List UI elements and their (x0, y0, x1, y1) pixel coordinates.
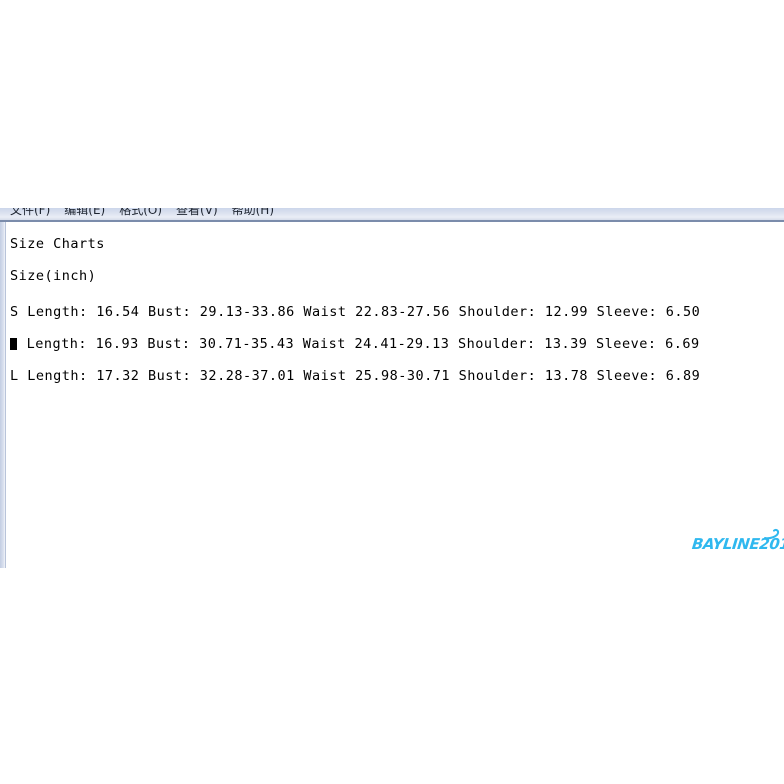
screenshot-canvas: 文件(F) 编辑(E) 格式(O) 查看(V) 帮助(H) Size Chart… (0, 0, 784, 784)
top-whitespace (0, 0, 784, 208)
missing-glyph-box (10, 338, 17, 350)
size-row-s: S Length: 16.54 Bust: 29.13-33.86 Waist … (10, 304, 701, 320)
size-row-m-text: Length: 16.93 Bust: 30.71-35.43 Waist 24… (18, 336, 700, 352)
menu-item-view[interactable]: 查看(V) (176, 208, 218, 219)
menu-item-format[interactable]: 格式(O) (119, 208, 162, 219)
menu-item-edit[interactable]: 编辑(E) (64, 208, 105, 219)
size-row-m: Length: 16.93 Bust: 30.71-35.43 Waist 24… (10, 336, 700, 352)
menu-item-help[interactable]: 帮助(H) (232, 208, 274, 219)
watermark-text: BAYLINE2019 (691, 535, 784, 553)
menu-item-file[interactable]: 文件(F) (10, 208, 50, 219)
watermark: BAYLINE2019 (691, 528, 784, 556)
notepad-window: 文件(F) 编辑(E) 格式(O) 查看(V) 帮助(H) Size Chart… (0, 208, 784, 568)
menu-bar: 文件(F) 编辑(E) 格式(O) 查看(V) 帮助(H) (0, 208, 784, 222)
document-title-line: Size Charts (10, 236, 105, 252)
bottom-whitespace (0, 568, 784, 784)
document-subtitle-line: Size(inch) (10, 268, 97, 284)
menu-bar-items: 文件(F) 编辑(E) 格式(O) 查看(V) 帮助(H) (10, 208, 274, 219)
text-editor-area[interactable]: Size Charts Size(inch) S Length: 16.54 B… (6, 224, 784, 568)
size-row-l: L Length: 17.32 Bust: 32.28-37.01 Waist … (10, 368, 701, 384)
